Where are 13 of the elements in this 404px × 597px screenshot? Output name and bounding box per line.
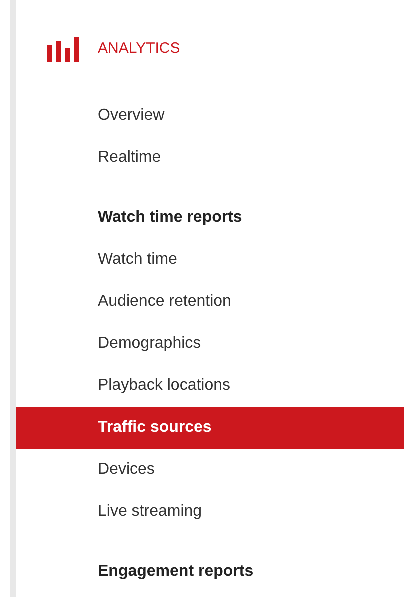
nav-item[interactable]: Playback locations	[16, 365, 404, 407]
nav-item[interactable]: Devices	[16, 449, 404, 491]
bar-chart-icon	[47, 36, 80, 62]
report-group-link[interactable]: Engagement reports	[16, 551, 404, 593]
section-title: ANALYTICS	[98, 38, 180, 59]
nav-item[interactable]: Realtime	[16, 137, 404, 179]
nav-item[interactable]: Audience retention	[16, 281, 404, 323]
nav-item[interactable]: Traffic sources	[16, 407, 404, 449]
nav-item[interactable]: Live streaming	[16, 491, 404, 533]
nav-item[interactable]: Watch time	[16, 239, 404, 281]
report-group-link[interactable]: Watch time reports	[16, 197, 404, 239]
nav-item[interactable]: Demographics	[16, 323, 404, 365]
nav-item[interactable]: Overview	[16, 95, 404, 137]
